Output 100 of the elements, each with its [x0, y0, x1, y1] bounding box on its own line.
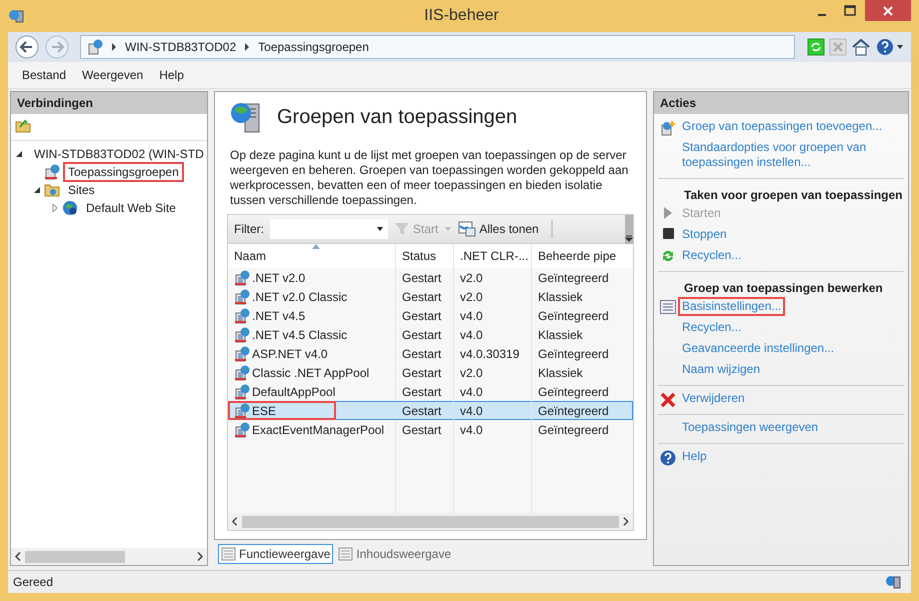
page-title: Groepen van toepassingen — [277, 106, 518, 128]
menu-item[interactable]: Bestand — [14, 65, 74, 85]
menu-item[interactable]: Help — [151, 65, 192, 85]
expand-triangle-icon[interactable] — [33, 186, 41, 194]
horizontal-scrollbar[interactable] — [228, 513, 633, 530]
table-row[interactable]: .NET v2.0 Classic Gestart v2.0 Klassiek — [228, 287, 633, 306]
menu-item[interactable]: Weergeven — [74, 65, 152, 85]
status-text: Gereed — [13, 575, 54, 589]
table-cell: Gestart — [402, 270, 442, 284]
table-cell: Gestart — [402, 384, 442, 398]
recycle-icon — [661, 249, 675, 263]
view-icon — [221, 546, 237, 562]
table-cell: .NET v2.0 — [252, 270, 306, 284]
action-link[interactable]: Recyclen... — [678, 246, 746, 265]
action-link[interactable]: Toepassingen weergeven — [678, 418, 822, 437]
table-cell: Gestart — [402, 346, 442, 360]
app-pool-icon — [234, 384, 250, 400]
table-cell: v4.0 — [460, 308, 483, 322]
show-all-button[interactable]: Alles tonen — [458, 221, 539, 237]
app-icon — [8, 8, 24, 24]
add-pool-icon — [660, 120, 676, 136]
table-row[interactable]: ASP.NET v4.0 Gestart v4.0.30319 Geïntegreerd — [228, 344, 633, 363]
overflow-icon[interactable] — [625, 215, 633, 244]
column-header[interactable]: Status — [396, 244, 454, 268]
table-row[interactable]: .NET v4.5 Classic Gestart v4.0 Klassiek — [228, 325, 633, 344]
play-icon — [663, 207, 673, 219]
table-cell: Klassiek — [538, 328, 583, 342]
view-tab[interactable]: Functieweergave — [218, 544, 334, 564]
sort-arrow-icon — [312, 244, 320, 249]
action-link[interactable]: Recyclen... — [678, 318, 746, 337]
app-pool-icon — [87, 39, 103, 55]
breadcrumb-item[interactable]: WIN-STDB83TOD02 — [125, 40, 236, 54]
table-row[interactable]: ESE Gestart v4.0 Geïntegreerd — [228, 401, 633, 420]
app-pool-icon — [234, 364, 250, 380]
app-pool-icon — [44, 164, 60, 180]
action-link[interactable]: Naam wijzigen — [678, 360, 764, 379]
expand-triangle-icon[interactable] — [15, 150, 23, 158]
tree-item[interactable]: Toepassingsgroepen — [63, 162, 184, 182]
table-cell: Classic .NET AppPool — [252, 366, 370, 380]
table-cell: ESE — [252, 404, 276, 418]
action-link[interactable]: Standaardopties voor groepen van toepassingen instellen... — [678, 138, 904, 172]
close-icon — [882, 4, 894, 16]
filter-field[interactable] — [270, 219, 388, 239]
horizontal-scrollbar[interactable] — [11, 548, 207, 565]
refresh-icon[interactable] — [807, 38, 825, 56]
action-link[interactable]: Stoppen — [678, 225, 731, 244]
view-icon — [338, 546, 354, 562]
tree-item[interactable]: WIN-STDB83TOD02 (WIN-STD — [29, 144, 207, 164]
table-cell: v4.0 — [460, 422, 483, 436]
action-link[interactable]: Help — [678, 447, 711, 466]
chevron-right-icon[interactable] — [197, 552, 203, 561]
panel-header: Verbindingen — [11, 92, 207, 114]
column-header[interactable]: Naam — [228, 244, 396, 268]
chevron-left-icon[interactable] — [15, 552, 21, 561]
table-row[interactable]: Classic .NET AppPool Gestart v2.0 Klassiek — [228, 363, 633, 382]
column-header[interactable]: .NET CLR-... — [454, 244, 532, 268]
folder-globe-icon — [44, 182, 60, 198]
filter-label: Filter: — [234, 222, 264, 236]
breadcrumb-item[interactable]: Toepassingsgroepen — [258, 40, 369, 54]
action-link[interactable]: Geavanceerde instellingen... — [678, 339, 838, 358]
table-row[interactable]: ExactEventManagerPool Gestart v4.0 Geïntegreerd — [228, 420, 633, 439]
table-cell: v4.0 — [460, 328, 483, 342]
table-cell: DefaultAppPool — [252, 384, 336, 398]
app-pool-icon — [234, 308, 250, 324]
help-icon — [660, 450, 676, 466]
dropdown-arrow-icon — [376, 226, 384, 232]
chevron-right-icon — [111, 43, 117, 51]
column-header[interactable]: Beheerde pipe — [532, 244, 633, 268]
table-cell: Geïntegreerd — [538, 404, 609, 418]
table-cell: Geïntegreerd — [538, 308, 609, 322]
app-pool-icon — [234, 346, 250, 362]
table-cell: .NET v2.0 Classic — [252, 290, 348, 304]
table-row[interactable]: .NET v4.5 Gestart v4.0 Geïntegreerd — [228, 306, 633, 325]
back-icon[interactable] — [14, 34, 40, 60]
address-bar[interactable]: WIN-STDB83TOD02 Toepassingsgroepen — [80, 35, 795, 59]
home-icon[interactable] — [851, 38, 871, 56]
table-cell: .NET v4.5 — [252, 308, 306, 322]
app-pool-icon — [234, 422, 250, 438]
action-link[interactable]: Groep van toepassingen toevoegen... — [678, 117, 886, 136]
table-cell: Gestart — [402, 308, 442, 322]
view-tab[interactable]: Inhoudsweergave — [335, 544, 454, 564]
connect-folder-icon[interactable] — [15, 118, 31, 134]
chevron-left-icon[interactable] — [232, 517, 238, 526]
chevron-right-icon[interactable] — [623, 517, 629, 526]
app-pool-icon — [234, 270, 250, 286]
table-cell: Geïntegreerd — [538, 422, 609, 436]
table-row[interactable]: .NET v2.0 Gestart v2.0 Geïntegreerd — [228, 268, 633, 287]
tree-item[interactable]: Default Web Site — [81, 198, 181, 218]
tree-item[interactable]: Sites — [63, 180, 100, 200]
table-cell: Geïntegreerd — [538, 346, 609, 360]
action-link[interactable]: Verwijderen — [678, 389, 749, 408]
settings-icon — [660, 300, 676, 314]
chevron-right-icon — [244, 43, 250, 51]
close-button[interactable] — [865, 0, 911, 21]
table-cell: Klassiek — [538, 366, 583, 380]
table-cell: v2.0 — [460, 290, 483, 304]
help-dropdown-icon[interactable] — [875, 37, 905, 57]
panel-header: Acties — [654, 92, 908, 114]
page-description: Op deze pagina kunt u de lijst met groepen van toepassingen op de server weergeven en beheren. Groepen van toepassingen worden gekoppeld aan werkprocessen, bevatten een of meer toepassingen en bieden isolatie tussen verschillende toepassingen. — [230, 148, 630, 208]
action-link[interactable]: Basisinstellingen... — [678, 297, 786, 316]
